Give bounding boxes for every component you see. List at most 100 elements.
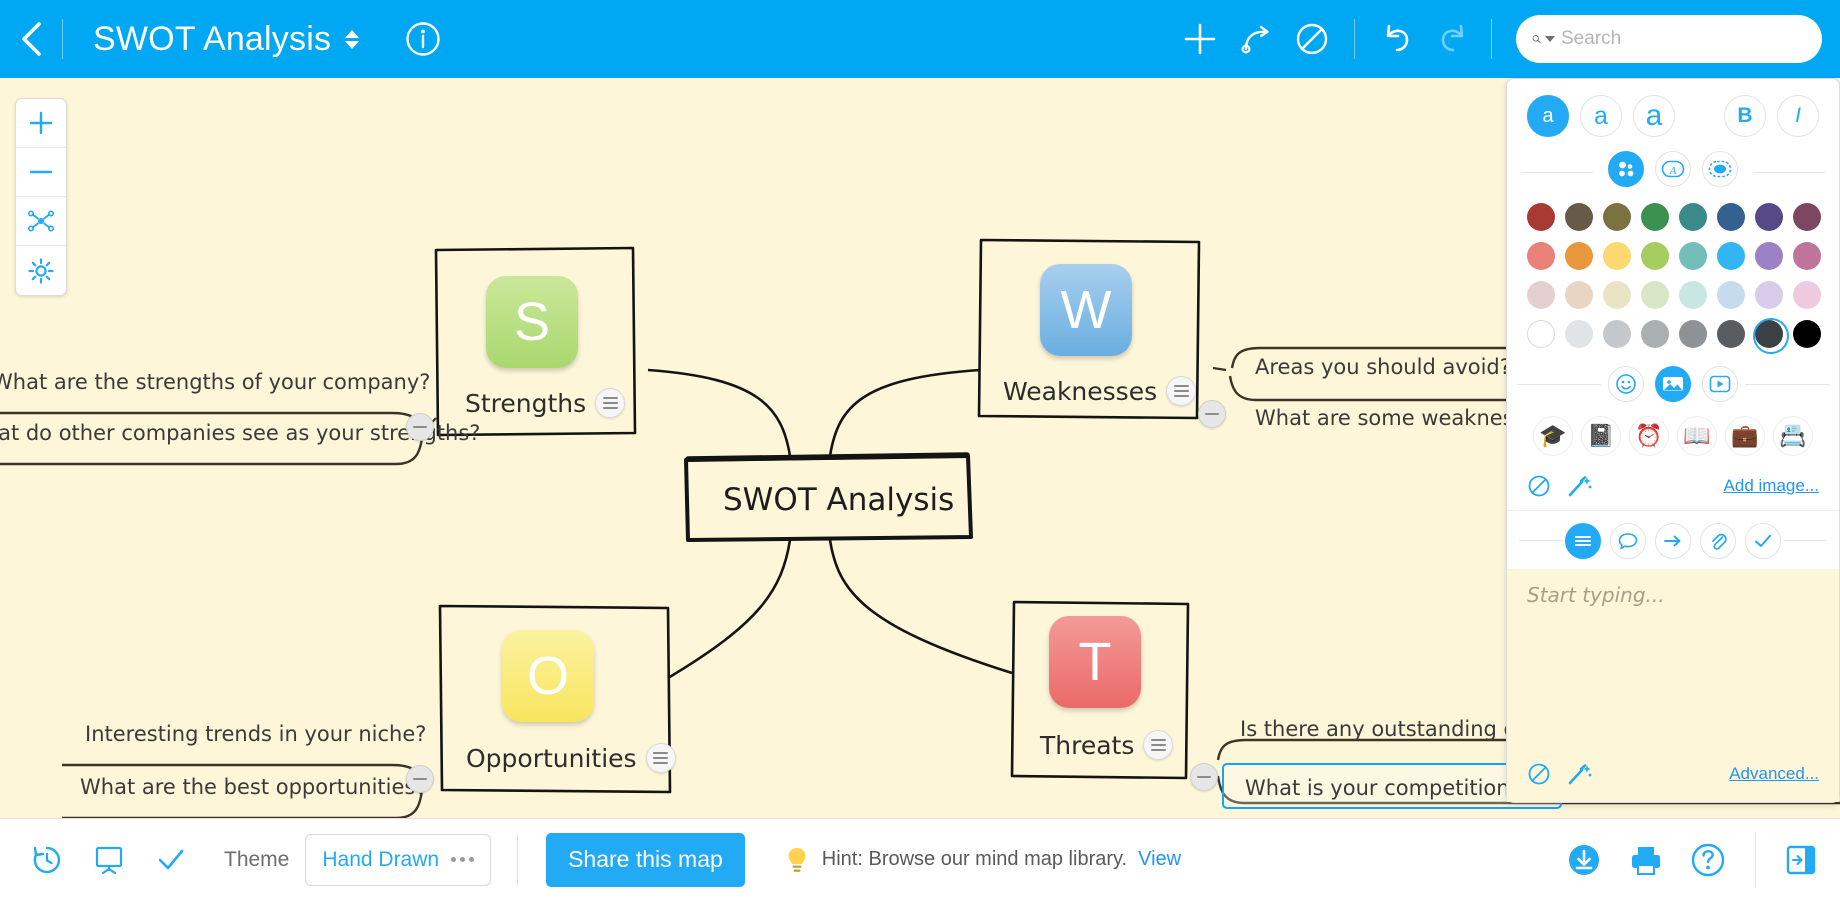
color-swatch[interactable] — [1639, 318, 1671, 350]
magic-wand-icon[interactable] — [1567, 762, 1593, 786]
alarm-clock-icon[interactable]: ⏰ — [1629, 416, 1669, 456]
ban-circle-icon[interactable] — [1527, 474, 1551, 498]
text-color-target[interactable]: A — [1655, 151, 1691, 187]
color-swatch[interactable] — [1715, 240, 1747, 272]
color-swatch[interactable] — [1715, 201, 1747, 233]
color-swatch[interactable] — [1753, 318, 1789, 354]
hint-view-link[interactable]: View — [1138, 848, 1181, 871]
fit-map-button[interactable] — [16, 197, 66, 246]
color-swatch[interactable] — [1639, 201, 1671, 233]
notes-badge[interactable] — [595, 388, 626, 418]
info-button[interactable] — [405, 21, 441, 57]
briefcase-icon[interactable]: 💼 — [1725, 416, 1765, 456]
chevron-down-icon[interactable] — [1545, 36, 1555, 42]
strengths-letter-icon[interactable]: S — [486, 276, 578, 368]
image-tab[interactable] — [1655, 366, 1691, 402]
branch-threats[interactable]: Threats — [1040, 730, 1174, 760]
search-box[interactable] — [1516, 15, 1822, 63]
video-tab[interactable] — [1702, 366, 1738, 402]
color-swatch[interactable] — [1715, 318, 1747, 350]
fill-color-target[interactable] — [1608, 151, 1644, 187]
color-swatch[interactable] — [1601, 318, 1633, 350]
color-swatch[interactable] — [1791, 201, 1823, 233]
note-editor[interactable]: Start typing... Advanced... — [1507, 569, 1839, 802]
theme-select[interactable]: Hand Drawn — [305, 833, 492, 886]
emoji-tab[interactable] — [1608, 366, 1644, 402]
notes-tab[interactable] — [1565, 523, 1601, 559]
document-title-menu[interactable]: SWOT Analysis — [93, 20, 360, 59]
delete-button[interactable] — [1284, 0, 1340, 78]
color-swatch[interactable] — [1639, 279, 1671, 311]
zoom-out-button[interactable] — [16, 148, 66, 197]
color-swatch[interactable] — [1601, 240, 1633, 272]
search-input[interactable] — [1561, 28, 1806, 50]
color-swatch[interactable] — [1791, 318, 1823, 350]
back-button[interactable] — [0, 0, 62, 78]
font-size-medium-button[interactable]: a — [1580, 95, 1622, 137]
threats-letter-icon[interactable]: T — [1049, 616, 1141, 708]
color-swatch[interactable] — [1791, 279, 1823, 311]
color-swatch[interactable] — [1753, 201, 1785, 233]
branch-strengths[interactable]: Strengths — [465, 388, 626, 418]
download-button[interactable] — [1553, 819, 1615, 900]
collapse-threats[interactable] — [1190, 763, 1218, 791]
color-swatch[interactable] — [1563, 240, 1595, 272]
notes-badge[interactable] — [1166, 376, 1197, 406]
color-swatch[interactable] — [1563, 279, 1595, 311]
color-swatch[interactable] — [1677, 201, 1709, 233]
color-swatch[interactable] — [1753, 240, 1785, 272]
add-image-link[interactable]: Add image... — [1724, 476, 1819, 496]
leaf-weaknesses-1[interactable]: Areas you should avoid? — [1255, 355, 1511, 379]
sort-updown-icon[interactable] — [345, 29, 360, 49]
font-size-small-button[interactable]: a — [1527, 95, 1569, 137]
bold-button[interactable]: B — [1724, 95, 1766, 137]
comment-tab[interactable] — [1610, 523, 1646, 559]
branch-weaknesses[interactable]: Weaknesses — [1003, 376, 1197, 406]
color-swatch[interactable] — [1715, 279, 1747, 311]
color-swatch[interactable] — [1639, 240, 1671, 272]
color-swatch[interactable] — [1525, 201, 1557, 233]
collapse-opportunities[interactable] — [406, 765, 434, 793]
color-swatch[interactable] — [1525, 240, 1557, 272]
color-swatch[interactable] — [1563, 318, 1595, 350]
color-swatch[interactable] — [1525, 279, 1557, 311]
italic-button[interactable]: I — [1777, 95, 1819, 137]
border-color-target[interactable] — [1702, 151, 1738, 187]
color-swatch[interactable] — [1677, 318, 1709, 350]
presentation-button[interactable] — [78, 819, 140, 900]
notes-badge[interactable] — [1143, 730, 1174, 760]
color-swatch[interactable] — [1601, 201, 1633, 233]
history-button[interactable] — [16, 819, 78, 900]
add-node-button[interactable] — [1172, 0, 1228, 78]
notes-badge[interactable] — [645, 743, 676, 773]
print-button[interactable] — [1615, 819, 1677, 900]
address-book-icon[interactable]: 📓 — [1581, 416, 1621, 456]
magic-wand-icon[interactable] — [1567, 474, 1593, 498]
task-tab[interactable] — [1745, 523, 1781, 559]
map-settings-button[interactable] — [16, 246, 66, 295]
zoom-in-button[interactable] — [16, 99, 66, 148]
ellipsis-icon[interactable] — [451, 857, 475, 862]
leaf-opportunities-1[interactable]: Interesting trends in your niche? — [85, 722, 426, 746]
branch-opportunities[interactable]: Opportunities — [466, 743, 676, 773]
opportunities-letter-icon[interactable]: O — [502, 630, 594, 722]
color-swatch[interactable] — [1563, 201, 1595, 233]
font-size-large-button[interactable]: a — [1633, 95, 1675, 137]
leaf-opportunities-2[interactable]: What are the best opportunities? — [80, 775, 426, 799]
ban-circle-icon[interactable] — [1527, 762, 1551, 786]
advanced-link[interactable]: Advanced... — [1729, 764, 1819, 784]
undo-button[interactable] — [1369, 0, 1425, 78]
business-card-icon[interactable]: 📇 — [1773, 416, 1813, 456]
link-tab[interactable] — [1655, 523, 1691, 559]
color-swatch[interactable] — [1753, 279, 1785, 311]
share-map-button[interactable]: Share this map — [546, 832, 745, 887]
color-swatch[interactable] — [1677, 279, 1709, 311]
graduation-cap-icon[interactable]: 🎓 — [1533, 416, 1573, 456]
collapse-strengths[interactable] — [406, 413, 434, 441]
color-swatch[interactable] — [1525, 318, 1557, 350]
color-swatch[interactable] — [1601, 279, 1633, 311]
open-book-icon[interactable]: 📖 — [1677, 416, 1717, 456]
expand-panel-button[interactable] — [1772, 819, 1834, 900]
add-relationship-button[interactable] — [1228, 0, 1284, 78]
color-swatch[interactable] — [1677, 240, 1709, 272]
